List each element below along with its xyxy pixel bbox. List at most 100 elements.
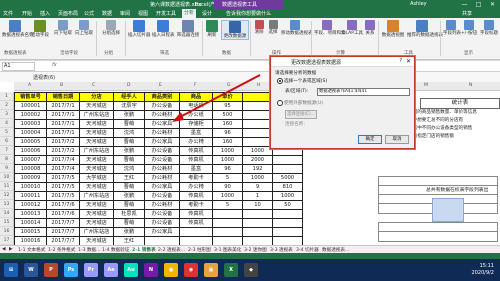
insert-slicer-button[interactable]: 插入切片器 — [128, 20, 151, 38]
row-header[interactable]: 1 — [0, 92, 14, 101]
table-cell[interactable]: 90 — [212, 182, 243, 192]
table-cell[interactable]: 办公椅 — [179, 137, 213, 147]
table-cell[interactable]: 曹萌 — [113, 137, 145, 147]
table-cell[interactable]: 2017/7/7 — [46, 218, 80, 228]
column-header-cell[interactable] — [242, 92, 273, 102]
table-cell[interactable]: 张鹏 — [113, 110, 145, 120]
choose-connection-button[interactable]: 选择连接(C)... — [285, 110, 317, 119]
table-cell[interactable]: 办公家具 — [144, 137, 180, 147]
column-header-cell[interactable]: 销售日期 — [46, 92, 80, 102]
table-cell[interactable]: 沈鸿 — [113, 128, 145, 138]
table-cell[interactable]: 杜思凯 — [113, 209, 145, 219]
table-cell[interactable]: 天河城店 — [79, 164, 114, 174]
table-cell[interactable]: 天河城店 — [79, 218, 114, 228]
fx-icon[interactable]: fx — [52, 62, 57, 68]
table-cell[interactable]: 曹萌 — [113, 200, 145, 210]
clock[interactable]: 15:11 2020/9/2 — [472, 263, 494, 277]
table-cell[interactable] — [179, 227, 213, 237]
group-selection-button[interactable]: 分组选择 — [100, 20, 122, 36]
table-cell[interactable]: 2017/7/5 — [46, 182, 80, 192]
table-cell[interactable]: 2017/7/6 — [46, 200, 80, 210]
option-external-source-label[interactable]: 使用外部数据源(U) — [284, 100, 323, 106]
table-cell[interactable]: 810 — [272, 182, 303, 192]
tab-developer[interactable]: 开发工具 — [156, 10, 176, 17]
table-cell[interactable]: 办公设备 — [144, 191, 180, 201]
table-cell[interactable]: 100005 — [14, 137, 47, 147]
close-button[interactable]: ✕ — [486, 0, 499, 9]
table-cell[interactable]: 王红 — [113, 236, 145, 245]
table-cell[interactable] — [242, 218, 273, 228]
table-cell[interactable]: 传真机 — [179, 218, 213, 228]
table-cell[interactable]: 10 — [242, 200, 273, 210]
table-cell[interactable]: 2017/7/1 — [46, 101, 80, 111]
column-header-cell[interactable]: 销售单号 — [14, 92, 47, 102]
table-cell[interactable]: 办公设备 — [144, 209, 180, 219]
col-header[interactable]: B — [60, 83, 63, 88]
pivot-chart-button[interactable]: 数据透视图 — [381, 20, 405, 38]
table-cell[interactable]: 2017/7/1 — [46, 110, 80, 120]
table-cell[interactable]: 王红 — [113, 173, 145, 183]
radio-external-source[interactable] — [277, 100, 283, 106]
table-cell[interactable]: 办公家具 — [144, 182, 180, 192]
table-cell[interactable]: 2017/7/5 — [46, 173, 80, 183]
table-cell[interactable]: 100015 — [14, 227, 47, 237]
col-header[interactable]: C — [92, 83, 95, 88]
table-cell[interactable]: 办公设备 — [144, 155, 180, 165]
column-header-cell[interactable]: 单价 — [212, 92, 243, 102]
table-cell[interactable]: 张鹏 — [113, 146, 145, 156]
note-line[interactable]: 不同的商品销售数量、单价等信息 — [408, 109, 500, 116]
radio-select-range[interactable] — [277, 78, 283, 84]
table-cell[interactable] — [272, 155, 303, 165]
table-cell[interactable]: 天河城店 — [79, 128, 114, 138]
column-header-cell[interactable]: 商品 — [179, 92, 213, 102]
column-header-cell[interactable]: 经手人 — [113, 92, 145, 102]
cancel-button[interactable]: 取消 — [385, 135, 409, 144]
col-header[interactable]: N — [469, 83, 472, 88]
row-header[interactable]: 15 — [0, 218, 14, 227]
table-cell[interactable]: 曹萌 — [113, 218, 145, 228]
col-header[interactable]: H — [257, 83, 260, 88]
table-cell[interactable]: 1000 — [272, 191, 303, 201]
row-header[interactable]: 13 — [0, 200, 14, 209]
row-header[interactable]: 3 — [0, 110, 14, 119]
table-cell[interactable]: 100013 — [14, 209, 47, 219]
drill-up-button[interactable]: 向上钻取 — [75, 20, 93, 36]
column-header-cell[interactable]: 商品类别 — [144, 92, 180, 102]
table-cell[interactable]: 1000 — [212, 146, 243, 156]
word-icon[interactable]: W — [24, 263, 38, 277]
table-cell[interactable]: 曹萌 — [113, 119, 145, 129]
tab-formulas[interactable]: 公式 — [84, 10, 94, 17]
refresh-button[interactable]: 刷新 — [205, 20, 219, 38]
stats-cell[interactable] — [378, 231, 498, 242]
move-pivot-button[interactable]: 移动数据透视表 — [281, 20, 313, 36]
user-name[interactable]: Ashley — [410, 1, 427, 7]
table-cell[interactable]: 天河城店 — [79, 209, 114, 219]
table-cell[interactable] — [212, 236, 243, 245]
field-list-button[interactable]: 字段列表 — [443, 20, 461, 36]
table-cell[interactable] — [242, 128, 273, 138]
table-cell[interactable]: 墨盒 — [179, 128, 213, 138]
share-button[interactable]: 共享 — [462, 10, 472, 17]
table-cell[interactable]: 2017/7/7 — [46, 227, 80, 237]
tab-analyze[interactable]: 分析 — [182, 9, 197, 18]
table-cell[interactable]: 2017/7/2 — [46, 146, 80, 156]
table-cell[interactable]: 100016 — [14, 236, 47, 245]
field-headers-button[interactable]: 字段标题 — [479, 20, 499, 36]
table-cell[interactable]: 2017/7/7 — [46, 236, 80, 245]
range-input[interactable]: 数据透视表!$A$1:$I$41 — [317, 88, 410, 96]
table-cell[interactable] — [272, 227, 303, 237]
table-cell[interactable]: 2017/7/4 — [46, 155, 80, 165]
table-cell[interactable]: 办公耗材 — [144, 200, 180, 210]
row-header[interactable]: 11 — [0, 182, 14, 191]
note-line[interactable]: 用户想要汇总不同的分店有 — [408, 117, 500, 124]
help-icon[interactable]: ? — [399, 58, 402, 64]
table-cell[interactable] — [242, 101, 273, 111]
table-cell[interactable]: 曹萌 — [113, 182, 145, 192]
table-cell[interactable] — [272, 209, 303, 219]
photoshop-icon[interactable]: Ps — [64, 263, 78, 277]
row-header[interactable]: 9 — [0, 164, 14, 173]
table-cell[interactable]: 160 — [212, 137, 243, 147]
table-cell[interactable] — [212, 227, 243, 237]
row-header[interactable]: 8 — [0, 155, 14, 164]
row-header[interactable]: 14 — [0, 209, 14, 218]
